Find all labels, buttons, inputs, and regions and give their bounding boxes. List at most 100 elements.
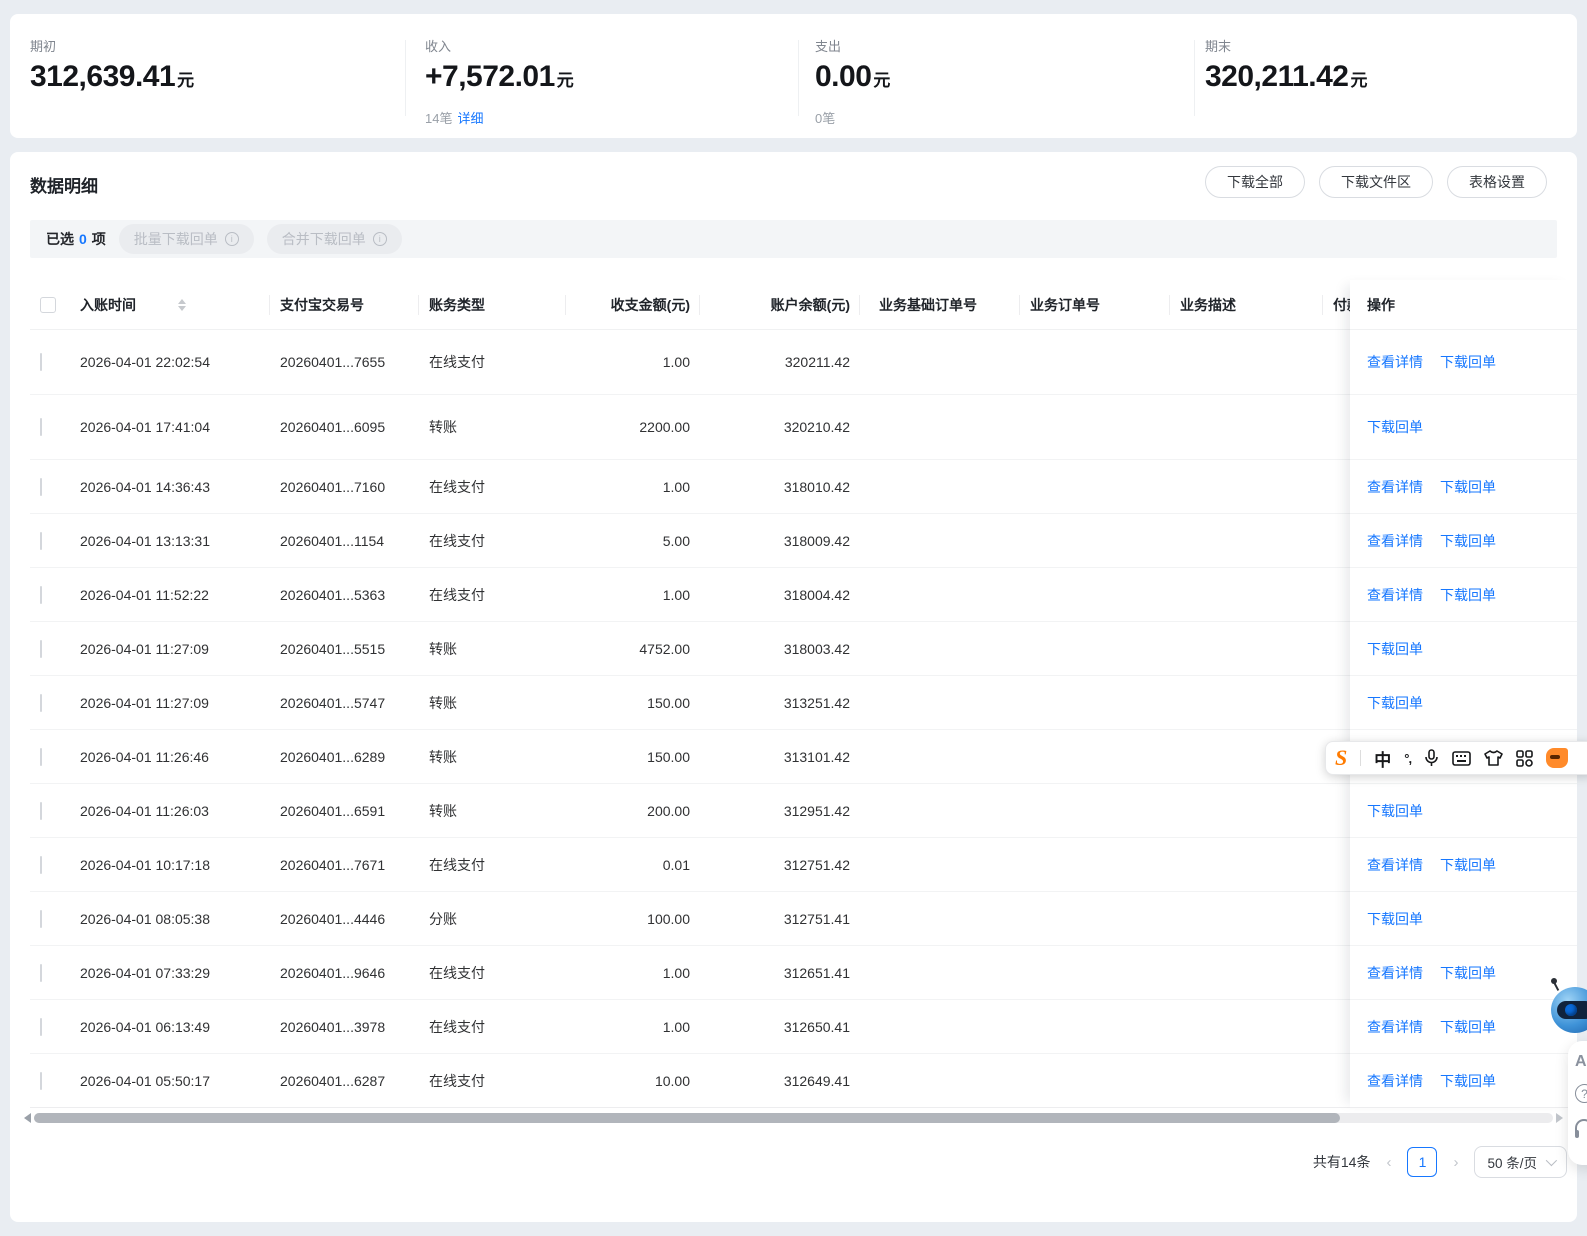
cell-txn-id: 20260401...5363 (280, 586, 386, 603)
row-actions: 查看详情 下载回单 (1350, 1054, 1577, 1108)
info-icon: i (224, 232, 239, 246)
row-checkbox[interactable] (40, 909, 42, 928)
download-receipt-link[interactable]: 下载回单 (1440, 1017, 1496, 1037)
download-receipt-link[interactable]: 下载回单 (1367, 693, 1423, 713)
row-checkbox[interactable] (40, 801, 42, 820)
view-detail-link[interactable]: 查看详情 (1367, 1071, 1423, 1091)
total-count: 共有14条 (1312, 1154, 1371, 1170)
toolbox-grid-icon[interactable] (1516, 749, 1533, 767)
cell-txn-id: 20260401...6095 (280, 419, 386, 435)
row-checkbox[interactable] (40, 693, 42, 712)
scroll-right-arrow-icon[interactable] (1556, 1113, 1563, 1123)
next-page-icon[interactable]: › (1451, 1154, 1460, 1171)
skin-icon[interactable] (1484, 750, 1503, 766)
view-detail-link[interactable]: 查看详情 (1367, 585, 1423, 605)
cell-amount: 1.00 (662, 964, 690, 981)
download-receipt-link[interactable]: 下载回单 (1367, 639, 1423, 659)
row-checkbox[interactable] (40, 418, 42, 436)
download-receipt-link[interactable]: 下载回单 (1440, 352, 1496, 372)
row-actions: 下载回单 (1350, 784, 1577, 838)
cell-amount: 4752.00 (639, 640, 690, 657)
sort-icon[interactable] (178, 299, 186, 311)
row-checkbox[interactable] (40, 1017, 42, 1036)
scroll-left-arrow-icon[interactable] (24, 1113, 31, 1123)
cell-amount: 5.00 (662, 532, 690, 549)
download-receipt-link[interactable]: 下载回单 (1440, 477, 1496, 497)
cell-type: 转账 (429, 694, 457, 711)
cell-type: 分账 (429, 910, 457, 927)
download-receipt-link[interactable]: 下载回单 (1367, 801, 1423, 821)
row-checkbox[interactable] (40, 531, 42, 550)
view-detail-link[interactable]: 查看详情 (1367, 477, 1423, 497)
cell-amount: 1.00 (662, 478, 690, 495)
ai-assistant-button[interactable]: A (1575, 1053, 1587, 1071)
view-detail-link[interactable]: 查看详情 (1367, 1017, 1423, 1037)
row-checkbox[interactable] (40, 639, 42, 658)
table-header: 入账时间 支付宝交易号 账务类型 收支金额(元) 账户余额(元) 业务基础订单号… (30, 280, 1557, 330)
row-actions: 查看详情 下载回单 (1350, 460, 1577, 514)
download-zone-button[interactable]: 下载文件区 (1319, 166, 1433, 198)
punctuation-icon[interactable]: °, (1404, 751, 1412, 766)
divider (1360, 750, 1362, 766)
keyboard-icon[interactable] (1452, 750, 1471, 766)
view-detail-link[interactable]: 查看详情 (1367, 963, 1423, 983)
stat-label: 收入 (425, 39, 452, 54)
income-detail-link[interactable]: 详细 (457, 111, 483, 126)
sogou-logo-icon[interactable]: S (1335, 747, 1347, 769)
robot-assistant-icon[interactable] (1545, 978, 1587, 1039)
cell-txn-id: 20260401...1154 (280, 532, 385, 549)
view-detail-link[interactable]: 查看详情 (1367, 531, 1423, 551)
row-checkbox[interactable] (40, 855, 42, 874)
stat-value: +7,572.01 元 (425, 60, 574, 93)
panel-toolbar: 下载全部 下载文件区 表格设置 (1205, 166, 1547, 198)
download-receipt-link[interactable]: 下载回单 (1440, 531, 1496, 551)
table-row: 2026-04-01 22:02:54 20260401...7655 在线支付… (30, 330, 1557, 395)
table-settings-button[interactable]: 表格设置 (1447, 166, 1547, 198)
emoji-icon[interactable] (1546, 748, 1569, 768)
question-icon[interactable]: ? (1575, 1084, 1587, 1103)
column-header-time[interactable]: 入账时间 (70, 280, 270, 330)
cell-time: 2026-04-01 22:02:54 (80, 354, 210, 370)
row-actions: 下载回单 (1350, 622, 1577, 676)
download-receipt-link[interactable]: 下载回单 (1440, 963, 1496, 983)
current-page-button[interactable]: 1 (1407, 1147, 1438, 1177)
download-receipt-link[interactable]: 下载回单 (1440, 855, 1496, 875)
row-checkbox[interactable] (40, 477, 42, 496)
download-receipt-link[interactable]: 下载回单 (1367, 909, 1423, 929)
row-checkbox[interactable] (40, 585, 42, 604)
download-receipt-link[interactable]: 下载回单 (1440, 1071, 1496, 1091)
table-body: 2026-04-01 22:02:54 20260401...7655 在线支付… (30, 330, 1557, 1108)
row-checkbox[interactable] (40, 1071, 42, 1090)
stat-subtext: 0笔 (815, 111, 836, 126)
prev-page-icon[interactable]: ‹ (1384, 1154, 1393, 1171)
scrollbar-thumb[interactable] (34, 1113, 1340, 1123)
download-all-button[interactable]: 下载全部 (1205, 166, 1305, 198)
selection-count-text: 已选 0 项 (46, 231, 106, 247)
view-detail-link[interactable]: 查看详情 (1367, 855, 1423, 875)
column-header-txn-id: 支付宝交易号 (270, 280, 419, 330)
row-actions: 查看详情 下载回单 (1350, 1000, 1577, 1054)
download-receipt-link[interactable]: 下载回单 (1440, 585, 1496, 605)
select-all-checkbox[interactable] (40, 297, 56, 313)
table-row: 2026-04-01 11:27:09 20260401...5747 转账 1… (30, 676, 1557, 730)
chinese-mode-icon[interactable]: 中 (1374, 746, 1391, 771)
currency-unit: 元 (1350, 71, 1368, 90)
row-checkbox[interactable] (40, 747, 42, 766)
batch-download-button[interactable]: 批量下载回单 i (118, 224, 254, 254)
microphone-icon[interactable] (1424, 749, 1439, 767)
cell-balance: 318010.42 (783, 478, 850, 495)
merge-download-button[interactable]: 合并下载回单 i (266, 224, 402, 254)
headset-icon[interactable] (1575, 1119, 1587, 1138)
stat-value: 0.00 元 (815, 60, 890, 93)
row-checkbox[interactable] (40, 963, 42, 982)
currency-unit: 元 (177, 71, 194, 90)
view-detail-link[interactable]: 查看详情 (1367, 352, 1423, 372)
download-receipt-link[interactable]: 下载回单 (1367, 417, 1423, 437)
cell-amount: 2200.00 (639, 419, 690, 435)
page-size-select[interactable]: 50 条/页 (1474, 1146, 1567, 1178)
cell-txn-id: 20260401...5515 (280, 640, 386, 657)
table-row: 2026-04-01 07:33:29 20260401...9646 在线支付… (30, 946, 1557, 1000)
stat-label: 期末 (1205, 39, 1232, 54)
cell-time: 2026-04-01 11:26:46 (80, 748, 209, 765)
row-checkbox[interactable] (40, 353, 42, 371)
